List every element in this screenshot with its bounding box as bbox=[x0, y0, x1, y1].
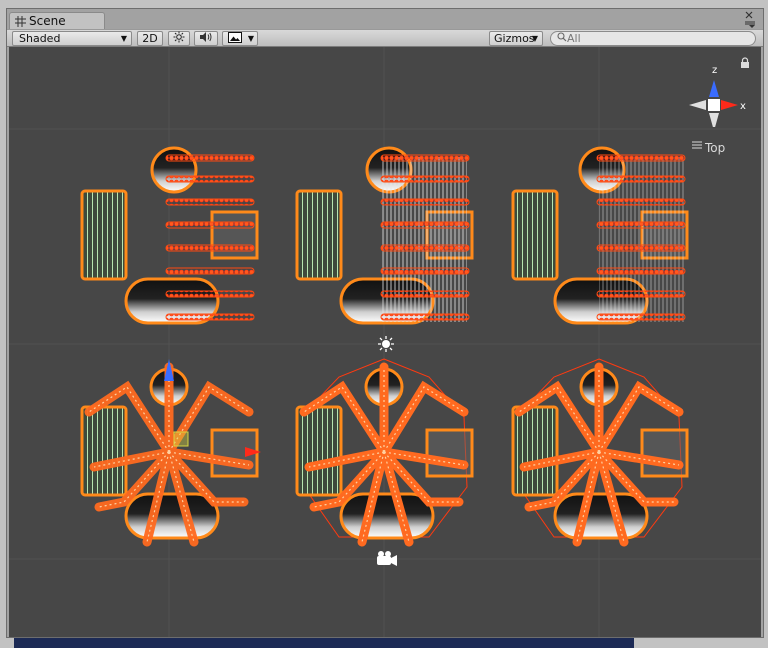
speaker-icon bbox=[199, 31, 213, 46]
audio-toggle[interactable] bbox=[194, 31, 218, 46]
gizmos-label: Gizmos bbox=[494, 32, 535, 45]
tab-scene[interactable]: Scene bbox=[9, 12, 105, 29]
star-ragdoll-bottom-middle bbox=[295, 358, 474, 547]
move-handle-center[interactable] bbox=[173, 431, 189, 447]
scene-grid-icon bbox=[15, 15, 26, 27]
chevron-down-icon: ▼ bbox=[531, 34, 538, 43]
draw-mode-label: Shaded bbox=[19, 32, 61, 45]
lighting-toggle[interactable] bbox=[168, 31, 190, 46]
search-input[interactable]: All bbox=[550, 31, 756, 46]
background-editor-strip bbox=[14, 638, 634, 648]
search-placeholder: All bbox=[567, 32, 581, 45]
axis-z-label: z bbox=[712, 65, 717, 76]
effects-dropdown[interactable]: ▼ bbox=[222, 31, 258, 46]
scene-viewport[interactable]: z x Top bbox=[9, 47, 761, 637]
ragdoll-top-right bbox=[511, 146, 689, 325]
star-ragdoll-bottom-right bbox=[511, 358, 689, 547]
tab-bar: Scene bbox=[7, 9, 763, 29]
scene-toolbar: Shaded ▼ 2D ▼ Gizmos ▼ All bbox=[7, 29, 763, 47]
scene-canvas bbox=[9, 47, 761, 637]
mode-2d-label: 2D bbox=[142, 32, 158, 45]
window-menu-icon[interactable] bbox=[743, 9, 757, 29]
tab-scene-label: Scene bbox=[29, 14, 66, 28]
light-gizmo-icon[interactable] bbox=[378, 336, 394, 352]
camera-gizmo-icon[interactable] bbox=[377, 551, 397, 566]
ragdoll-top-middle bbox=[295, 146, 474, 325]
lock-icon[interactable] bbox=[740, 57, 750, 69]
orientation-gizmo[interactable]: z x bbox=[679, 57, 749, 127]
chevron-down-icon: ▼ bbox=[120, 34, 127, 43]
draw-mode-dropdown[interactable]: Shaded ▼ bbox=[12, 31, 132, 46]
view-orientation-text: Top bbox=[705, 141, 726, 155]
scene-window: Scene Shaded ▼ 2D ▼ Gizmos ▼ All z x Top bbox=[6, 8, 764, 638]
view-orientation-label[interactable]: Top bbox=[692, 141, 725, 155]
axis-z-cone[interactable] bbox=[709, 80, 719, 97]
sun-icon bbox=[173, 31, 185, 46]
search-icon bbox=[557, 32, 567, 45]
mode-2d-button[interactable]: 2D bbox=[137, 31, 163, 46]
star-ragdoll-bottom-left bbox=[80, 359, 261, 547]
axis-x-label: x bbox=[740, 101, 746, 112]
chevron-down-icon: ▼ bbox=[247, 34, 254, 43]
gizmos-dropdown[interactable]: Gizmos ▼ bbox=[489, 31, 543, 46]
image-effects-icon bbox=[228, 31, 242, 46]
axis-x-cone[interactable] bbox=[721, 100, 738, 110]
